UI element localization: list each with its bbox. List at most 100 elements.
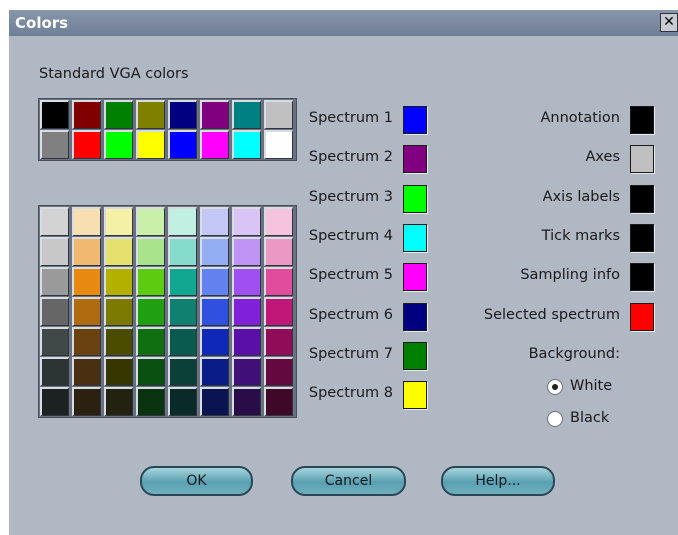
custom-color-swatch[interactable] xyxy=(72,297,101,326)
spectrum-label: Spectrum 3 xyxy=(308,188,393,205)
standard-color-swatch[interactable] xyxy=(104,100,133,129)
colors-dialog: Colors ✕ Standard VGA colors Spectrum 1 S… xyxy=(9,10,678,535)
spectrum-color-swatch[interactable] xyxy=(403,184,427,213)
spectrum-label: Spectrum 5 xyxy=(308,267,393,284)
spectrum-color-swatch[interactable] xyxy=(403,263,427,292)
spectrum-color-swatch[interactable] xyxy=(403,381,427,410)
custom-color-swatch[interactable] xyxy=(136,237,165,266)
custom-color-swatch[interactable] xyxy=(232,297,261,326)
custom-color-swatch[interactable] xyxy=(168,297,197,326)
custom-color-swatch[interactable] xyxy=(232,357,261,386)
custom-color-swatch[interactable] xyxy=(168,387,197,416)
cancel-button[interactable]: Cancel xyxy=(291,466,406,496)
spectrum-color-swatch[interactable] xyxy=(403,145,427,174)
standard-color-swatch[interactable] xyxy=(136,130,165,159)
element-color-swatch[interactable] xyxy=(630,263,654,292)
standard-color-swatch[interactable] xyxy=(72,100,101,129)
custom-color-swatch[interactable] xyxy=(200,267,229,296)
standard-color-swatch[interactable] xyxy=(232,130,261,159)
custom-color-swatch[interactable] xyxy=(72,387,101,416)
element-label: Annotation xyxy=(540,110,620,126)
element-color-swatch[interactable] xyxy=(630,223,654,252)
custom-color-swatch[interactable] xyxy=(200,297,229,326)
custom-color-swatch[interactable] xyxy=(168,327,197,356)
spectrum-label: Spectrum 6 xyxy=(308,306,393,323)
standard-color-swatch[interactable] xyxy=(168,100,197,129)
custom-color-swatch[interactable] xyxy=(40,237,69,266)
custom-color-swatch[interactable] xyxy=(104,387,133,416)
custom-color-swatch[interactable] xyxy=(104,207,133,236)
background-white-radio[interactable] xyxy=(547,379,563,395)
title-bar[interactable]: Colors ✕ xyxy=(9,10,678,36)
background-label: Background: xyxy=(528,346,620,362)
custom-color-swatch[interactable] xyxy=(104,357,133,386)
custom-color-swatch[interactable] xyxy=(232,267,261,296)
custom-color-swatch[interactable] xyxy=(72,237,101,266)
ok-button[interactable]: OK xyxy=(140,466,253,496)
spectrum-color-swatch[interactable] xyxy=(403,302,427,331)
custom-color-swatch[interactable] xyxy=(40,267,69,296)
custom-color-swatch[interactable] xyxy=(72,327,101,356)
custom-color-swatch[interactable] xyxy=(72,357,101,386)
spectrum-label: Spectrum 4 xyxy=(308,227,393,244)
standard-color-swatch[interactable] xyxy=(40,130,69,159)
custom-color-swatch[interactable] xyxy=(136,207,165,236)
custom-color-swatch[interactable] xyxy=(168,237,197,266)
element-label: Selected spectrum xyxy=(483,306,620,323)
standard-color-swatch[interactable] xyxy=(168,130,197,159)
standard-colors-label: Standard VGA colors xyxy=(39,66,189,82)
help-button[interactable]: Help... xyxy=(441,466,555,496)
standard-color-swatch[interactable] xyxy=(232,100,261,129)
custom-color-swatch[interactable] xyxy=(168,207,197,236)
radio-selected-dot xyxy=(552,384,558,390)
spectrum-color-swatch[interactable] xyxy=(403,341,427,370)
custom-color-swatch[interactable] xyxy=(136,267,165,296)
standard-color-swatch[interactable] xyxy=(40,100,69,129)
element-label: Sampling info xyxy=(520,267,620,284)
custom-color-swatch[interactable] xyxy=(136,387,165,416)
spectrum-color-swatch[interactable] xyxy=(403,223,427,252)
custom-color-swatch[interactable] xyxy=(232,387,261,416)
element-label: Axes xyxy=(585,149,620,166)
custom-color-swatch[interactable] xyxy=(136,297,165,326)
element-color-swatch[interactable] xyxy=(630,302,654,331)
custom-color-swatch[interactable] xyxy=(200,327,229,356)
custom-color-swatch[interactable] xyxy=(232,327,261,356)
custom-color-swatch[interactable] xyxy=(232,237,261,266)
custom-color-swatch[interactable] xyxy=(104,297,133,326)
background-black-radio[interactable] xyxy=(547,411,563,427)
custom-color-swatch[interactable] xyxy=(40,327,69,356)
element-color-swatch[interactable] xyxy=(630,106,654,134)
custom-color-swatch[interactable] xyxy=(72,267,101,296)
custom-color-swatch[interactable] xyxy=(40,297,69,326)
custom-color-swatch[interactable] xyxy=(40,207,69,236)
custom-color-swatch[interactable] xyxy=(104,327,133,356)
custom-color-swatch[interactable] xyxy=(200,237,229,266)
custom-color-swatch[interactable] xyxy=(136,357,165,386)
custom-color-swatch[interactable] xyxy=(136,327,165,356)
custom-color-swatch[interactable] xyxy=(40,387,69,416)
background-white-label[interactable]: White xyxy=(570,378,612,394)
element-color-swatch[interactable] xyxy=(630,184,654,213)
custom-color-swatch[interactable] xyxy=(72,207,101,236)
spectrum-color-swatch[interactable] xyxy=(403,106,427,134)
custom-color-swatch[interactable] xyxy=(168,267,197,296)
custom-color-swatch[interactable] xyxy=(168,357,197,386)
custom-color-swatch[interactable] xyxy=(40,357,69,386)
standard-color-swatch[interactable] xyxy=(104,130,133,159)
custom-color-swatch[interactable] xyxy=(104,267,133,296)
custom-color-swatch[interactable] xyxy=(200,207,229,236)
standard-color-swatch[interactable] xyxy=(72,130,101,159)
element-label: Tick marks xyxy=(541,227,620,244)
close-icon[interactable]: ✕ xyxy=(660,13,678,32)
custom-color-swatch[interactable] xyxy=(200,357,229,386)
custom-color-swatch[interactable] xyxy=(200,387,229,416)
standard-color-swatch[interactable] xyxy=(200,130,229,159)
background-black-label[interactable]: Black xyxy=(570,410,609,426)
custom-color-swatch[interactable] xyxy=(232,207,261,236)
standard-color-swatch[interactable] xyxy=(136,100,165,129)
standard-color-swatch[interactable] xyxy=(200,100,229,129)
custom-color-swatch[interactable] xyxy=(104,237,133,266)
spectrum-label: Spectrum 8 xyxy=(308,385,393,402)
element-color-swatch[interactable] xyxy=(630,145,654,174)
